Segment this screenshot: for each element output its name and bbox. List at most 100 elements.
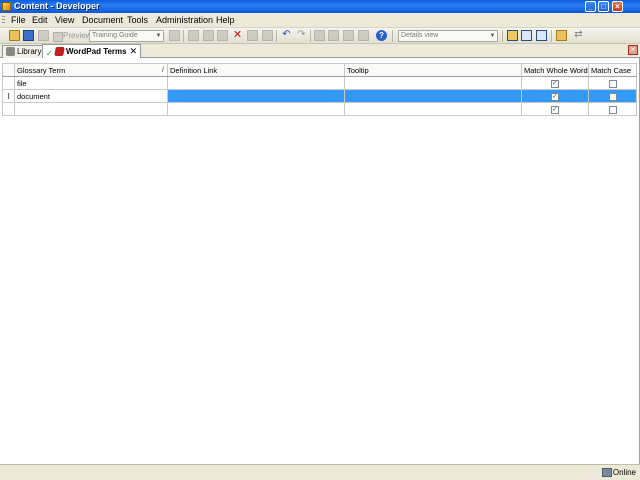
row-indicator[interactable] [2,102,15,116]
window-title: Content - Developer [14,1,100,11]
cell-definition-link[interactable] [167,102,345,116]
row-indicator[interactable] [2,76,15,90]
paste-icon[interactable] [217,30,228,41]
cell-tooltip[interactable] [344,89,522,103]
redo-icon[interactable]: ↷ [296,30,307,41]
cut-icon[interactable] [188,30,199,41]
toolbar-separator [392,30,393,42]
toolbar: Preview Training Guide ▼ ✕ ↶ ↷ ? Details… [0,28,640,44]
sort-indicator: / [161,65,164,74]
menu-help[interactable]: Help [213,15,238,26]
cell-glossary-term[interactable]: file [14,76,168,90]
row-indicator[interactable]: I [2,89,15,103]
toolbar-separator [551,30,552,42]
cell-definition-link[interactable] [167,76,345,90]
cell-glossary-term[interactable] [14,102,168,116]
menu-document[interactable]: Document [79,15,126,26]
table-row[interactable]: I document [2,89,637,103]
table-row[interactable] [2,102,637,116]
match-case-checkbox[interactable] [608,92,617,101]
column-header-glossary-term[interactable]: Glossary Term / [14,63,168,77]
layout-vertical-split-icon[interactable] [536,30,547,41]
menu-administration[interactable]: Administration [153,15,216,26]
toolbar-separator [502,30,503,42]
toolbar-separator [276,30,277,42]
menu-file[interactable]: File [8,15,29,26]
insert-row-icon[interactable] [314,30,325,41]
view-combo[interactable]: Details view ▼ [398,30,498,42]
match-case-checkbox[interactable] [608,105,617,114]
print-icon[interactable] [38,30,49,41]
menu-grip-icon [2,16,5,25]
connection-status: Online [612,468,636,477]
wordpad-icon [54,47,65,56]
column-header-match-whole-word[interactable]: Match Whole Word [521,63,589,77]
document-tabstrip: Library ✓ WordPad Terms ✕ × [0,44,640,58]
checked-in-icon: ✓ [46,49,53,58]
properties-icon[interactable] [247,30,258,41]
match-case-checkbox[interactable] [608,79,617,88]
cell-match-whole-word[interactable] [521,89,589,103]
glossary-grid-pane: Glossary Term / Definition Link Tooltip M… [0,58,640,464]
column-header-label: Glossary Term [17,65,66,75]
cell-tooltip[interactable] [344,76,522,90]
cell-definition-link[interactable] [167,89,345,103]
tab-library[interactable]: Library [2,45,46,58]
delete-icon[interactable]: ✕ [232,30,243,41]
column-header-definition-link[interactable]: Definition Link [167,63,345,77]
sync-icon[interactable]: ⇄ [573,30,584,41]
undo-icon[interactable]: ↶ [281,30,292,41]
text-cursor-icon: I [7,91,10,101]
stop-icon[interactable] [169,30,180,41]
close-button[interactable]: × [612,1,623,12]
find-icon[interactable] [343,30,354,41]
match-whole-word-checkbox[interactable] [551,105,559,114]
maximize-button[interactable]: □ [598,1,609,12]
remove-row-icon[interactable] [328,30,339,41]
cell-match-whole-word[interactable] [521,76,589,90]
tab-wordpad-terms[interactable]: ✓ WordPad Terms ✕ [42,44,142,58]
cell-match-case[interactable] [588,76,637,90]
match-whole-word-checkbox[interactable] [551,92,559,101]
link-icon[interactable] [262,30,273,41]
app-icon [2,2,11,11]
close-document-icon[interactable]: × [628,45,638,55]
cell-match-case[interactable] [588,89,637,103]
outline-combo-value: Training Guide [92,32,138,39]
view-combo-value: Details view [401,32,439,39]
grid-header-row: Glossary Term / Definition Link Tooltip M… [2,63,637,77]
save-icon[interactable] [23,30,34,41]
minimize-button[interactable]: _ [585,1,596,12]
open-folder-icon[interactable] [9,30,20,41]
chevron-down-icon: ▼ [489,33,496,39]
column-header-tooltip[interactable]: Tooltip [344,63,522,77]
online-icon [602,468,612,477]
outline-combo[interactable]: Training Guide ▼ [89,30,164,42]
toolbar-separator [183,30,184,42]
explore-folder-icon[interactable] [556,30,567,41]
title-bar: Content - Developer _ □ × [0,0,640,13]
tab-close-icon[interactable]: ✕ [130,46,138,56]
library-icon [6,47,15,56]
tab-library-label: Library [17,47,42,56]
status-bar: Online [0,464,640,480]
cell-tooltip[interactable] [344,102,522,116]
row-header-corner [2,63,15,77]
menu-view[interactable]: View [52,15,77,26]
layout-single-pane-icon[interactable] [507,30,518,41]
layout-horizontal-split-icon[interactable] [521,30,532,41]
spellcheck-icon[interactable] [358,30,369,41]
help-icon[interactable]: ? [376,30,387,41]
table-row[interactable]: file [2,76,637,90]
cell-match-whole-word[interactable] [521,102,589,116]
preview-button[interactable]: Preview [53,30,91,42]
cell-match-case[interactable] [588,102,637,116]
cell-glossary-term[interactable]: document [14,89,168,103]
chevron-down-icon: ▼ [155,33,162,39]
column-header-match-case[interactable]: Match Case [588,63,637,77]
copy-icon[interactable] [203,30,214,41]
menu-edit[interactable]: Edit [29,15,51,26]
menu-tools[interactable]: Tools [124,15,151,26]
match-whole-word-checkbox[interactable] [551,79,559,88]
menu-bar: File Edit View Document Tools Administra… [0,13,640,28]
